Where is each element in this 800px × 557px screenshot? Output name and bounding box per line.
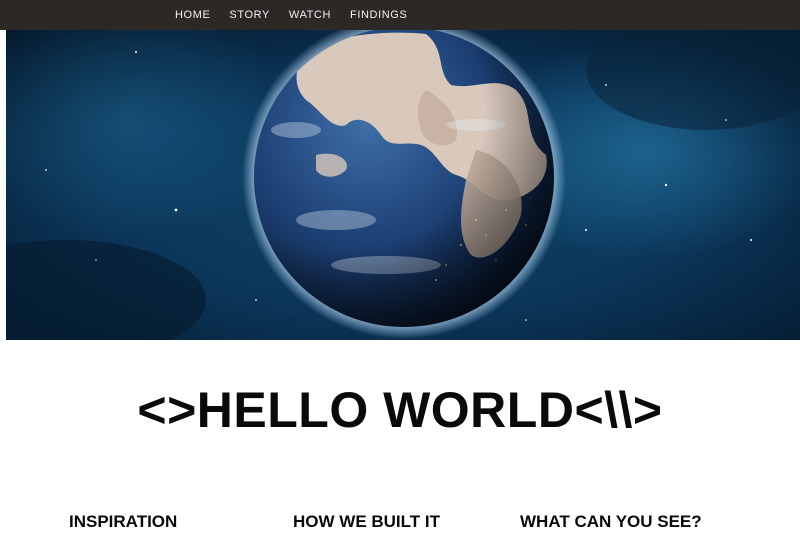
hero-banner <box>6 30 800 340</box>
top-navigation-bar: HOME STORY WATCH FINDINGS <box>0 0 800 30</box>
section-heading-how-we-built-it: HOW WE BUILT IT <box>293 512 440 531</box>
section-heading-what-can-you-see: WHAT CAN YOU SEE? <box>520 512 702 531</box>
nav-link-watch[interactable]: WATCH <box>289 9 331 21</box>
nav-link-home[interactable]: HOME <box>175 9 210 21</box>
page: HOME STORY WATCH FINDINGS <>HELLO WORLD<… <box>0 0 800 557</box>
earth-from-space-image <box>6 30 800 340</box>
nav-menu: HOME STORY WATCH FINDINGS <box>175 0 426 30</box>
nav-link-story[interactable]: STORY <box>229 9 270 21</box>
nav-link-findings[interactable]: FINDINGS <box>350 9 407 21</box>
page-headline: <>HELLO WORLD<\\> <box>137 382 663 438</box>
section-heading-inspiration: INSPIRATION <box>69 512 178 531</box>
